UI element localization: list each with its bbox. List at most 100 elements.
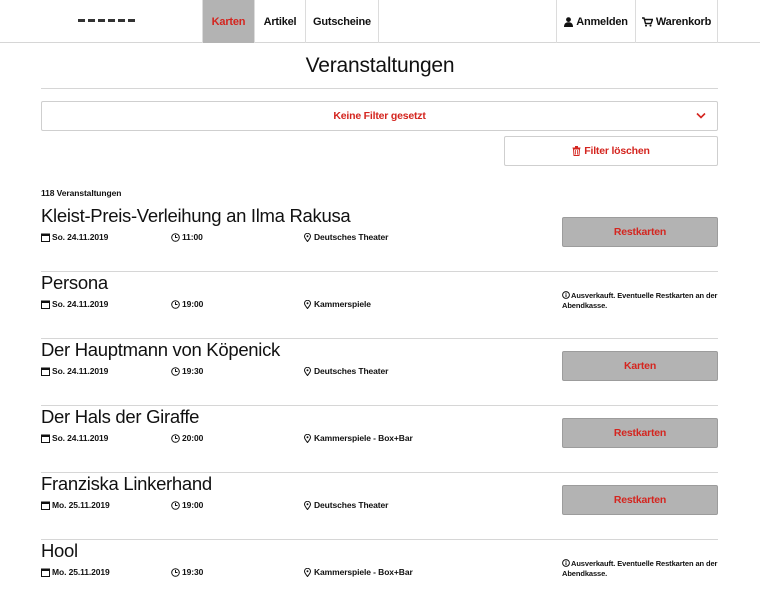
map-pin-icon — [303, 232, 312, 242]
event-time-text: 11:00 — [182, 232, 203, 242]
event-title[interactable]: Franziska Linkerhand — [41, 473, 212, 495]
event-venue-text: Deutsches Theater — [314, 500, 389, 510]
event-date: Mo. 25.11.2019 — [41, 500, 110, 510]
event-venue-text: Kammerspiele - Box+Bar — [314, 567, 413, 577]
event-venue: Kammerspiele - Box+Bar — [303, 433, 413, 443]
clear-filter-button[interactable]: Filter löschen — [504, 136, 718, 166]
event-time-text: 19:00 — [182, 299, 204, 309]
restkarten-button[interactable]: Restkarten — [562, 217, 718, 247]
event-row: Der Hals der Giraffe So. 24.11.2019 20:0… — [41, 406, 718, 473]
nav-item-artikel[interactable]: Artikel — [255, 0, 306, 43]
event-venue: Kammerspiele - Box+Bar — [303, 567, 413, 577]
event-action-label: Karten — [623, 360, 657, 372]
event-time: 19:30 — [171, 567, 203, 577]
info-icon — [562, 291, 570, 299]
filter-select-label: Keine Filter gesetzt — [333, 110, 426, 122]
event-date: So. 24.11.2019 — [41, 232, 108, 242]
event-row: Persona So. 24.11.2019 19:00 Kammerspiel… — [41, 272, 718, 339]
nav-item-label: Karten — [211, 15, 246, 28]
map-pin-icon — [303, 299, 312, 309]
event-venue-text: Kammerspiele - Box+Bar — [314, 433, 413, 443]
event-time-text: 20:00 — [182, 433, 204, 443]
sold-out-text: Ausverkauft. Eventuelle Restkarten an de… — [562, 291, 718, 310]
event-date: Mo. 25.11.2019 — [41, 567, 110, 577]
sold-out-text: Ausverkauft. Eventuelle Restkarten an de… — [562, 559, 718, 578]
event-venue: Deutsches Theater — [303, 366, 388, 376]
cart-label: Warenkorb — [655, 15, 712, 28]
event-date: So. 24.11.2019 — [41, 433, 108, 443]
event-date-text: Mo. 25.11.2019 — [52, 567, 110, 577]
clock-icon — [171, 433, 180, 443]
sold-out-note: Ausverkauft. Eventuelle Restkarten an de… — [562, 559, 718, 579]
login-button[interactable]: Anmelden — [556, 0, 636, 43]
event-date-text: So. 24.11.2019 — [52, 433, 109, 443]
calendar-icon — [41, 434, 50, 443]
event-date-text: So. 24.11.2019 — [52, 232, 109, 242]
karten-button[interactable]: Karten — [562, 351, 718, 381]
title-divider — [41, 88, 718, 89]
event-title[interactable]: Persona — [41, 272, 108, 294]
event-venue-text: Deutsches Theater — [314, 366, 389, 376]
results-count: 118 Veranstaltungen — [41, 188, 122, 198]
event-time-text: 19:30 — [182, 366, 204, 376]
event-row: Der Hauptmann von Köpenick So. 24.11.201… — [41, 339, 718, 406]
calendar-icon — [41, 568, 50, 577]
event-time: 19:00 — [171, 299, 203, 309]
event-row: Franziska Linkerhand Mo. 25.11.2019 19:0… — [41, 473, 718, 540]
clock-icon — [171, 232, 180, 242]
nav-item-label: Gutscheine — [313, 15, 371, 28]
calendar-icon — [41, 501, 50, 510]
calendar-icon — [41, 367, 50, 376]
site-logo[interactable] — [78, 19, 136, 22]
filter-select[interactable]: Keine Filter gesetzt — [41, 101, 718, 131]
event-action-label: Restkarten — [613, 427, 667, 439]
clock-icon — [171, 299, 180, 309]
event-time-text: 19:00 — [182, 500, 204, 510]
event-venue: Deutsches Theater — [303, 232, 388, 242]
map-pin-icon — [303, 366, 312, 376]
clock-icon — [171, 500, 180, 510]
chevron-down-icon — [696, 112, 706, 119]
nav-item-label: Artikel — [263, 15, 297, 28]
cart-icon — [641, 16, 653, 27]
event-venue: Deutsches Theater — [303, 500, 388, 510]
login-label: Anmelden — [576, 15, 628, 28]
info-icon — [562, 559, 570, 567]
event-title[interactable]: Der Hals der Giraffe — [41, 406, 199, 428]
event-row: Hool Mo. 25.11.2019 19:30 Kammerspiele -… — [41, 540, 718, 600]
calendar-icon — [41, 233, 50, 242]
event-time: 19:00 — [171, 500, 203, 510]
event-date-text: Mo. 25.11.2019 — [52, 500, 110, 510]
event-venue-text: Deutsches Theater — [314, 232, 389, 242]
event-action-label: Restkarten — [613, 226, 667, 238]
map-pin-icon — [303, 567, 312, 577]
clear-filter-label: Filter löschen — [584, 145, 650, 157]
event-title[interactable]: Hool — [41, 540, 78, 562]
restkarten-button[interactable]: Restkarten — [562, 418, 718, 448]
map-pin-icon — [303, 433, 312, 443]
restkarten-button[interactable]: Restkarten — [562, 485, 718, 515]
event-time: 20:00 — [171, 433, 203, 443]
event-title[interactable]: Der Hauptmann von Köpenick — [41, 339, 280, 361]
event-date: So. 24.11.2019 — [41, 299, 108, 309]
top-navigation: Karten Artikel Gutscheine Anmelden Waren… — [0, 0, 760, 43]
trash-icon — [572, 146, 581, 156]
event-title[interactable]: Kleist-Preis-Verleihung an Ilma Rakusa — [41, 205, 351, 227]
nav-item-gutscheine[interactable]: Gutscheine — [306, 0, 379, 43]
event-action-label: Restkarten — [613, 494, 667, 506]
calendar-icon — [41, 300, 50, 309]
event-time-text: 19:30 — [182, 567, 204, 577]
event-time: 19:30 — [171, 366, 203, 376]
event-date: So. 24.11.2019 — [41, 366, 108, 376]
cart-button[interactable]: Warenkorb — [636, 0, 718, 43]
sold-out-note: Ausverkauft. Eventuelle Restkarten an de… — [562, 291, 718, 311]
map-pin-icon — [303, 500, 312, 510]
event-venue-text: Kammerspiele — [314, 299, 371, 309]
event-time: 11:00 — [171, 232, 203, 242]
user-icon — [564, 16, 574, 27]
clock-icon — [171, 366, 180, 376]
page-title: Veranstaltungen — [305, 54, 455, 77]
event-date-text: So. 24.11.2019 — [52, 366, 109, 376]
clock-icon — [171, 567, 180, 577]
nav-item-karten[interactable]: Karten — [202, 0, 255, 43]
